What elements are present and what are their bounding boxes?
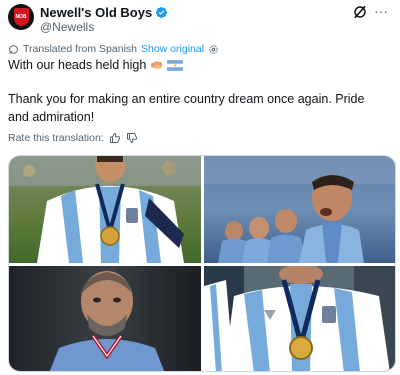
author-name-row: Newell's Old Boys <box>40 4 168 20</box>
show-original-link[interactable]: Show original <box>141 43 204 55</box>
thumbs-down-icon[interactable] <box>126 132 138 144</box>
author-name[interactable]: Newell's Old Boys <box>40 5 152 20</box>
club-crest-icon: NOB <box>13 8 29 26</box>
author-handle[interactable]: @Newells <box>40 20 94 34</box>
translated-note: Translated from Spanish <box>23 43 137 55</box>
tweet-text-line2: Thank you for making an entire country d… <box>8 92 365 124</box>
tweet-line1: With our heads held high <box>8 58 147 72</box>
verified-badge-icon <box>156 6 168 18</box>
players-anthem-photo <box>204 156 395 263</box>
jersey-medal-photo <box>204 266 395 371</box>
gear-icon[interactable] <box>208 44 219 55</box>
player-medal-photo <box>9 156 201 263</box>
photo-1[interactable] <box>9 156 201 263</box>
photo-2[interactable] <box>204 156 395 263</box>
tweet-header: NOB Newell's Old Boys @Newells ··· <box>8 4 394 34</box>
media-grid <box>8 155 396 372</box>
thumbs-up-icon[interactable] <box>109 132 121 144</box>
crest-text: NOB <box>15 14 27 20</box>
grok-icon[interactable] <box>352 4 368 20</box>
translate-icon <box>9 44 18 54</box>
translation-bar: Translated from Spanish Show original <box>8 42 219 56</box>
argentina-flag-icon <box>167 59 184 71</box>
rate-prompt: Rate this translation: <box>8 132 104 144</box>
more-icon[interactable]: ··· <box>374 4 388 18</box>
photo-3[interactable] <box>9 266 201 371</box>
rate-translation: Rate this translation: <box>8 132 138 144</box>
coach-portrait-photo <box>9 266 201 371</box>
fist-emoji-icon <box>151 61 163 69</box>
avatar[interactable]: NOB <box>8 4 34 30</box>
photo-4[interactable] <box>204 266 395 371</box>
tweet-text-line1: With our heads held high <box>8 58 184 72</box>
